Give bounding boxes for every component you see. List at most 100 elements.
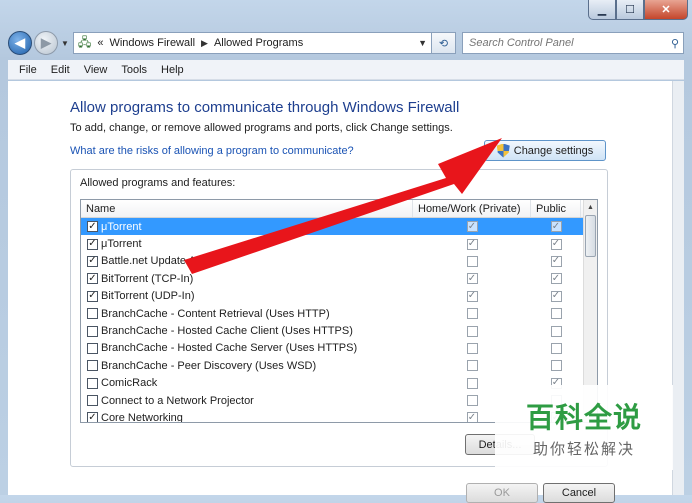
minimize-button[interactable]: ▁ [588, 0, 616, 20]
private-checkbox[interactable]: ✓ [466, 290, 478, 302]
back-button[interactable]: ◀ [8, 31, 32, 55]
search-box[interactable]: ⚲ [462, 32, 684, 54]
public-checkbox[interactable]: ✓ [550, 273, 562, 285]
public-checkbox[interactable]: ✓ [550, 221, 562, 233]
column-header-private[interactable]: Home/Work (Private) [413, 200, 531, 217]
enable-checkbox[interactable]: ✓ [87, 238, 98, 250]
close-icon: ✕ [661, 4, 671, 16]
program-name: BranchCache - Peer Discovery (Uses WSD) [101, 359, 317, 372]
public-checkbox[interactable] [550, 360, 562, 372]
public-cell: ✓ [531, 238, 581, 250]
enable-checkbox[interactable] [87, 360, 98, 372]
program-name-cell: ✓ μTorrent [81, 221, 413, 233]
program-name-cell: ✓ Core Networking [81, 412, 413, 422]
menu-edit[interactable]: Edit [44, 64, 77, 76]
minimize-icon: ▁ [597, 4, 607, 16]
table-row[interactable]: ✓ μTorrent ✓ ✓ [81, 218, 597, 236]
program-name-cell: Connect to a Network Projector [81, 395, 413, 407]
menu-view[interactable]: View [77, 64, 115, 76]
public-checkbox[interactable] [550, 342, 562, 354]
public-checkbox[interactable] [550, 308, 562, 320]
private-cell [413, 325, 531, 337]
table-row[interactable]: ✓ BitTorrent (UDP-In) ✓ ✓ [81, 288, 597, 305]
table-row[interactable]: BranchCache - Hosted Cache Server (Uses … [81, 340, 597, 357]
column-header-public[interactable]: Public [531, 200, 581, 217]
public-checkbox[interactable]: ✓ [550, 255, 562, 267]
address-bar[interactable]: 🖧 « Windows Firewall ▶ Allowed Programs … [72, 32, 432, 54]
table-row[interactable]: BranchCache - Hosted Cache Client (Uses … [81, 322, 597, 339]
page-subtitle: To add, change, or remove allowed progra… [70, 122, 453, 134]
enable-checkbox[interactable]: ✓ [87, 273, 98, 285]
window-scrollbar[interactable] [672, 81, 684, 495]
breadcrumb-windows-firewall[interactable]: Windows Firewall [109, 37, 195, 49]
private-cell [413, 308, 531, 320]
table-row[interactable]: ✓ Battle.net Update Agent ✓ [81, 253, 597, 270]
program-name: BitTorrent (UDP-In) [101, 290, 195, 303]
scroll-thumb[interactable] [585, 215, 596, 257]
ok-button[interactable]: OK [466, 483, 538, 503]
enable-checkbox[interactable] [87, 308, 98, 320]
public-checkbox[interactable]: ✓ [550, 290, 562, 302]
private-checkbox[interactable]: ✓ [466, 412, 478, 422]
risks-link[interactable]: What are the risks of allowing a program… [70, 145, 354, 157]
private-cell: ✓ [413, 221, 531, 233]
program-name-cell: ✓ BitTorrent (UDP-In) [81, 290, 413, 302]
table-row[interactable]: BranchCache - Peer Discovery (Uses WSD) [81, 357, 597, 374]
table-row[interactable]: ✓ μTorrent ✓ ✓ [81, 235, 597, 252]
enable-checkbox[interactable] [87, 377, 98, 389]
private-checkbox[interactable] [466, 255, 478, 267]
uac-shield-icon [496, 143, 510, 158]
private-checkbox[interactable]: ✓ [466, 221, 478, 233]
public-checkbox[interactable]: ✓ [550, 238, 562, 250]
program-name-cell: BranchCache - Content Retrieval (Uses HT… [81, 308, 413, 320]
private-cell: ✓ [413, 290, 531, 302]
enable-checkbox[interactable] [87, 395, 98, 407]
private-checkbox[interactable]: ✓ [466, 273, 478, 285]
private-checkbox[interactable] [466, 360, 478, 372]
enable-checkbox[interactable]: ✓ [87, 255, 98, 267]
table-row[interactable]: ✓ BitTorrent (TCP-In) ✓ ✓ [81, 270, 597, 287]
enable-checkbox[interactable]: ✓ [87, 412, 98, 422]
private-checkbox[interactable] [466, 342, 478, 354]
column-header-name[interactable]: Name [81, 200, 413, 217]
private-checkbox[interactable] [466, 308, 478, 320]
breadcrumb-allowed-programs[interactable]: Allowed Programs [214, 37, 303, 49]
search-icon[interactable]: ⚲ [671, 37, 679, 50]
forward-button[interactable]: ▶ [34, 31, 58, 55]
public-checkbox[interactable] [550, 325, 562, 337]
maximize-button[interactable]: ☐ [616, 0, 644, 20]
refresh-button[interactable]: ⟲ [432, 32, 456, 54]
program-name: BranchCache - Hosted Cache Client (Uses … [101, 325, 353, 338]
private-cell: ✓ [413, 273, 531, 285]
enable-checkbox[interactable] [87, 342, 98, 354]
menu-tools[interactable]: Tools [114, 64, 154, 76]
private-checkbox[interactable] [466, 377, 478, 389]
page-title: Allow programs to communicate through Wi… [70, 99, 460, 116]
address-dropdown-icon[interactable]: ▼ [418, 38, 427, 48]
table-row[interactable]: BranchCache - Content Retrieval (Uses HT… [81, 305, 597, 322]
search-input[interactable] [467, 36, 671, 50]
public-cell: ✓ [531, 221, 581, 233]
maximize-icon: ☐ [625, 4, 635, 16]
scroll-up-icon[interactable]: ▲ [584, 200, 597, 214]
refresh-icon: ⟲ [438, 37, 449, 50]
menu-file[interactable]: File [12, 64, 44, 76]
enable-checkbox[interactable]: ✓ [87, 290, 98, 302]
recent-pages-dropdown-icon[interactable]: ▼ [61, 39, 69, 48]
close-button[interactable]: ✕ [644, 0, 688, 20]
enable-checkbox[interactable]: ✓ [87, 221, 98, 233]
program-name: ComicRack [101, 377, 158, 390]
breadcrumb-separator-icon[interactable]: ▶ [201, 38, 208, 49]
menu-help[interactable]: Help [154, 64, 191, 76]
control-panel-icon: 🖧 [77, 34, 92, 49]
private-checkbox[interactable] [466, 325, 478, 337]
public-cell [531, 360, 581, 372]
cancel-button[interactable]: Cancel [543, 483, 615, 503]
address-overflow[interactable]: « [97, 37, 103, 49]
enable-checkbox[interactable] [87, 325, 98, 337]
watermark-logo: 百科全说 助你轻松解决 [495, 385, 673, 470]
private-checkbox[interactable] [466, 395, 478, 407]
private-checkbox[interactable]: ✓ [466, 238, 478, 250]
list-header: Name Home/Work (Private) Public [81, 200, 597, 218]
change-settings-button[interactable]: Change settings [484, 140, 606, 161]
